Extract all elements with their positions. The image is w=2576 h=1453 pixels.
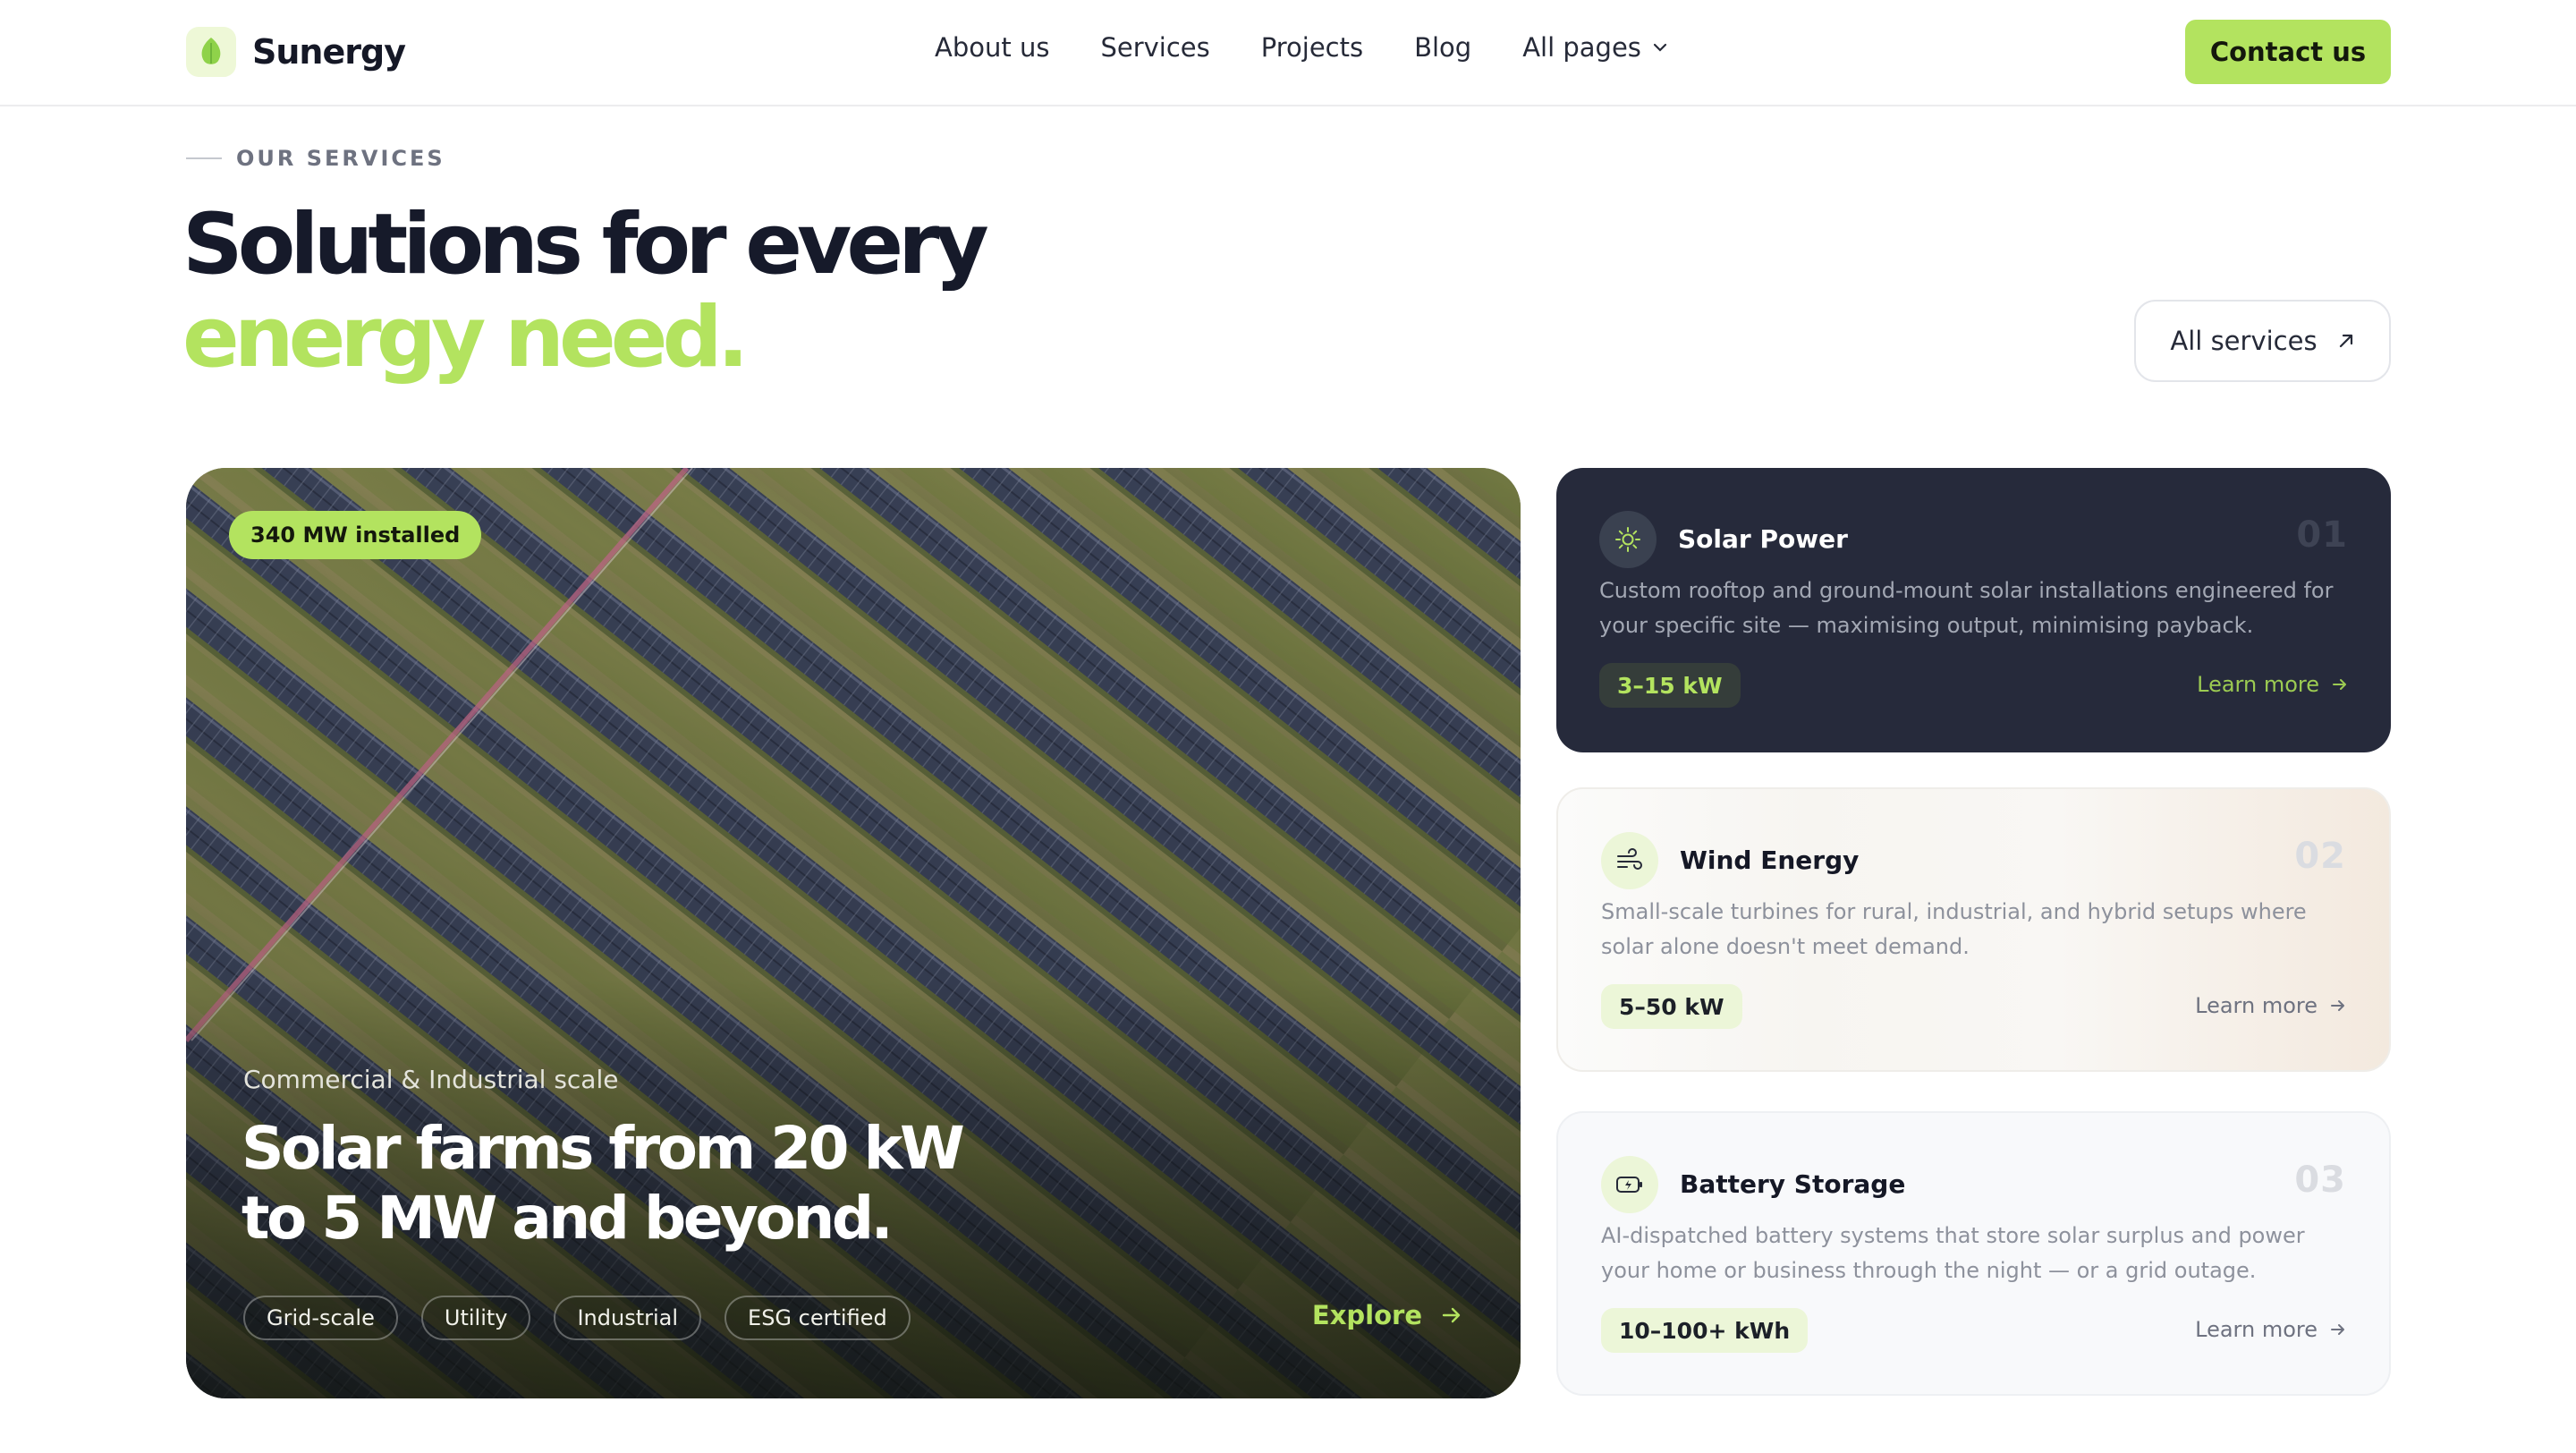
feature-title-line1: Solar farms from 20 kW: [242, 1114, 965, 1183]
all-services-button[interactable]: All services: [2134, 300, 2391, 382]
section-title: Solutions for every energy need.: [182, 196, 989, 387]
brand-name: Sunergy: [252, 32, 406, 72]
sun-icon: [1599, 511, 1657, 568]
arrow-right-icon: [2331, 1000, 2344, 1011]
service-description: Custom rooftop and ground-mount solar in…: [1599, 578, 2334, 638]
service-range-badge: 5–50 kW: [1601, 984, 1742, 1029]
service-range-badge: 3–15 kW: [1599, 663, 1741, 708]
solar-farm-photo: [186, 468, 1521, 1398]
service-number: 01: [2296, 514, 2348, 556]
tag-grid-scale: Grid-scale: [243, 1296, 398, 1340]
service-number: 03: [2294, 1160, 2346, 1201]
arrow-right-icon: [2333, 679, 2346, 690]
eyebrow-divider: [186, 157, 222, 159]
top-navigation: Sunergy About us Services Projects Blog …: [0, 0, 2576, 106]
feature-title: Solar farms from 20 kW to 5 MW and beyon…: [242, 1114, 965, 1253]
tag-industrial: Industrial: [554, 1296, 702, 1340]
explore-label: Explore: [1311, 1300, 1422, 1330]
service-title: Wind Energy: [1680, 845, 1860, 875]
explore-link[interactable]: Explore: [1312, 1300, 1462, 1330]
arrow-right-icon: [1442, 1307, 1461, 1323]
tag-esg-certified: ESG certified: [724, 1296, 911, 1340]
service-number: 02: [2294, 836, 2346, 877]
nav-all-pages[interactable]: All pages: [1522, 32, 1668, 63]
learn-more-link[interactable]: Learn more: [2195, 993, 2346, 1018]
nav-all-pages-label: All pages: [1522, 32, 1641, 63]
section-title-line1: Solutions for every: [182, 196, 989, 293]
arrow-up-right-icon: [2339, 334, 2352, 348]
service-range-badge: 10–100+ kWh: [1601, 1308, 1809, 1353]
learn-more-label: Learn more: [2195, 993, 2318, 1018]
main-menu: About us Services Projects Blog All page…: [935, 32, 1668, 63]
learn-more-link[interactable]: Learn more: [2195, 1317, 2346, 1342]
service-card-solar-power[interactable]: Solar Power 01 Custom rooftop and ground…: [1556, 468, 2391, 752]
wind-icon: [1601, 832, 1658, 889]
eyebrow-text: OUR SERVICES: [236, 146, 445, 171]
brand-logo[interactable]: Sunergy: [186, 27, 406, 77]
battery-icon: [1601, 1156, 1658, 1213]
all-services-label: All services: [2170, 326, 2318, 356]
installed-capacity-badge: 340 MW installed: [229, 511, 482, 559]
contact-us-button[interactable]: Contact us: [2185, 20, 2391, 84]
feature-kicker: Commercial & Industrial scale: [243, 1065, 619, 1094]
learn-more-link[interactable]: Learn more: [2197, 672, 2348, 697]
service-description: Small-scale turbines for rural, industri…: [1601, 899, 2307, 959]
service-title: Battery Storage: [1680, 1169, 1906, 1199]
service-title: Solar Power: [1678, 524, 1848, 554]
leaf-icon: [186, 27, 236, 77]
learn-more-label: Learn more: [2197, 672, 2319, 697]
nav-blog[interactable]: Blog: [1414, 32, 1471, 63]
tag-utility: Utility: [420, 1296, 531, 1340]
section-eyebrow: OUR SERVICES: [186, 146, 445, 171]
chevron-down-icon: [1653, 43, 1667, 52]
nav-projects[interactable]: Projects: [1261, 32, 1363, 63]
solar-farm-feature-card[interactable]: 340 MW installed Commercial & Industrial…: [186, 468, 1521, 1398]
service-card-wind-energy[interactable]: Wind Energy 02 Small-scale turbines for …: [1556, 787, 2391, 1072]
arrow-right-icon: [2331, 1324, 2344, 1335]
nav-services[interactable]: Services: [1100, 32, 1209, 63]
service-card-battery-storage[interactable]: Battery Storage 03 AI-dispatched battery…: [1556, 1111, 2391, 1396]
service-description: AI-dispatched battery systems that store…: [1601, 1223, 2305, 1283]
feature-tags: Grid-scale Utility Industrial ESG certif…: [243, 1296, 911, 1340]
learn-more-label: Learn more: [2195, 1317, 2318, 1342]
nav-about-us[interactable]: About us: [935, 32, 1049, 63]
feature-title-line2: to 5 MW and beyond.: [242, 1184, 894, 1253]
section-title-accent: energy need.: [182, 289, 749, 387]
